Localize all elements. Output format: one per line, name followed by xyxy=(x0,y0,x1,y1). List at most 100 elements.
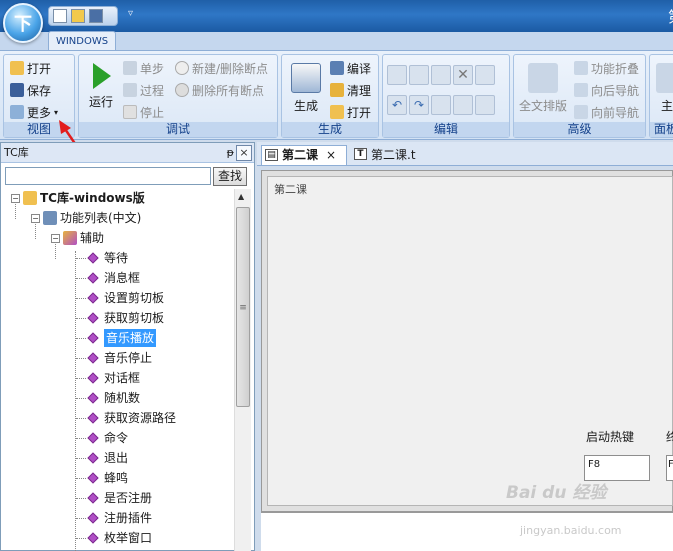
clear-breakpoints-button[interactable]: 删除所有断点 xyxy=(175,81,264,99)
build-icon xyxy=(291,63,321,93)
panel-icon xyxy=(656,63,673,93)
tree-item[interactable]: 获取资源路径 xyxy=(87,409,176,427)
tree-item[interactable]: 设置剪切板 xyxy=(87,289,164,307)
tree-item[interactable]: 命令 xyxy=(87,429,128,447)
delete-icon[interactable]: ✕ xyxy=(453,65,473,85)
tree-item[interactable]: 注册插件 xyxy=(87,509,152,527)
step-button[interactable]: 单步 xyxy=(123,59,164,77)
search-button[interactable]: 查找 xyxy=(213,167,247,186)
tree-item[interactable]: 音乐停止 xyxy=(87,349,152,367)
redo-icon[interactable]: ↷ xyxy=(409,95,429,115)
function-gem-icon xyxy=(87,412,99,424)
function-gem-icon xyxy=(87,352,99,364)
tree-item[interactable]: 退出 xyxy=(87,449,128,467)
tree-root[interactable]: − TC库-windows版 xyxy=(11,189,145,207)
dropdown-arrow-icon: ▾ xyxy=(54,107,59,117)
function-gem-icon xyxy=(87,392,99,404)
nav-back-button[interactable]: 向后导航 xyxy=(574,81,639,99)
build-button[interactable]: 生成 xyxy=(288,63,324,114)
clean-button[interactable]: 清理 xyxy=(330,81,371,99)
collapse-icon[interactable]: − xyxy=(31,213,40,223)
view-more-button[interactable]: 更多 ▾ xyxy=(10,103,58,121)
fold-icon xyxy=(574,61,588,75)
ribbon-group-panel: 主 面板 xyxy=(649,54,673,138)
doc-tab-lesson2-form[interactable]: ▤ 第二课 × xyxy=(261,145,347,165)
scrollbar-thumb[interactable]: ≡ xyxy=(236,207,250,407)
library-tree: − TC库-windows版 − 功能列表(中文) − 辅助 等待消息框设置剪切… xyxy=(1,189,234,551)
hotkey-label: 启动热键 xyxy=(586,430,635,444)
select-all-icon[interactable] xyxy=(475,65,495,85)
close-tab-icon[interactable]: × xyxy=(326,146,336,165)
table-icon xyxy=(43,211,57,225)
function-gem-icon xyxy=(87,272,99,284)
tree-item[interactable]: 获取剪切板 xyxy=(87,309,164,327)
collapse-icon[interactable]: − xyxy=(51,233,60,243)
edit-toolbar-row-2: ↶ ↷ xyxy=(387,95,495,115)
tree-item[interactable]: 等待 xyxy=(87,249,128,267)
text-file-icon: T xyxy=(354,148,367,160)
app-menu-button[interactable]: 下 xyxy=(3,3,43,43)
compile-button[interactable]: 编译 xyxy=(330,59,371,77)
group-label-edit: 编辑 xyxy=(383,122,509,137)
save-disk-icon[interactable] xyxy=(89,9,103,23)
panel-header: TC库 ᵽ × xyxy=(1,143,254,163)
tree-item[interactable]: 是否注册 xyxy=(87,489,152,507)
folder-icon xyxy=(23,191,37,205)
qat-customize-icon[interactable]: ▿ xyxy=(128,8,133,19)
fold-button[interactable]: 功能折叠 xyxy=(574,59,639,77)
function-gem-icon xyxy=(87,452,99,464)
form-title: 第二课 xyxy=(274,183,307,196)
second-label: 终 xyxy=(666,430,673,444)
view-open-button[interactable]: 打开 xyxy=(10,59,51,77)
tree-item[interactable]: 随机数 xyxy=(87,389,140,407)
doc-tab-lesson2-code[interactable]: T 第二课.t xyxy=(351,145,431,165)
step-over-icon xyxy=(123,83,137,97)
paste-icon[interactable] xyxy=(409,65,429,85)
outdent-icon[interactable] xyxy=(475,95,495,115)
scroll-up-icon[interactable]: ▲ xyxy=(238,192,244,201)
panel-title: TC库 xyxy=(4,146,29,159)
step-over-button[interactable]: 过程 xyxy=(123,81,164,99)
tree-item[interactable]: 枚举窗口 xyxy=(87,529,152,547)
close-panel-button[interactable]: × xyxy=(236,145,252,161)
second-hotkey-field[interactable]: F xyxy=(666,455,673,481)
play-icon xyxy=(93,63,111,89)
tree-item[interactable]: 消息框 xyxy=(87,269,140,287)
cut-icon[interactable] xyxy=(387,65,407,85)
tree-item[interactable]: 对话框 xyxy=(87,369,140,387)
nav-forward-button[interactable]: 向前导航 xyxy=(574,103,639,121)
indent-icon[interactable] xyxy=(453,95,473,115)
undo-icon[interactable]: ↶ xyxy=(387,95,407,115)
library-search-input[interactable] xyxy=(5,167,211,185)
tree-group-helper[interactable]: − 辅助 xyxy=(51,229,104,247)
tree-item[interactable]: 蜂鸣 xyxy=(87,469,128,487)
run-button[interactable]: 运行 xyxy=(83,63,119,110)
new-file-icon[interactable] xyxy=(53,9,67,23)
stop-button[interactable]: 停止 xyxy=(123,103,164,121)
view-save-button[interactable]: 保存 xyxy=(10,81,51,99)
copy-icon[interactable] xyxy=(431,65,451,85)
folder-open-icon xyxy=(10,61,24,75)
edit-toolbar-row-1: ✕ xyxy=(387,65,495,85)
function-gem-icon xyxy=(87,432,99,444)
folder-open-icon xyxy=(330,105,344,119)
ribbon-group-build: 生成 编译 清理 打开 生成 xyxy=(281,54,379,138)
pin-icon[interactable]: ᵽ xyxy=(227,143,234,163)
toggle-breakpoint-button[interactable]: 新建/删除断点 xyxy=(175,59,268,77)
nav-forward-icon xyxy=(574,105,588,119)
build-open-button[interactable]: 打开 xyxy=(330,103,371,121)
more-icon xyxy=(10,105,24,119)
tree-scrollbar[interactable]: ▲ ≡ xyxy=(234,189,251,551)
ribbon-tab-windows[interactable]: WINDOWS xyxy=(48,31,116,51)
function-gem-icon xyxy=(87,332,99,344)
function-gem-icon xyxy=(87,252,99,264)
panel-main-button[interactable]: 主 xyxy=(654,63,673,114)
format-all-button[interactable]: 全文排版 xyxy=(516,63,570,114)
find-icon[interactable] xyxy=(431,95,451,115)
collapse-icon[interactable]: − xyxy=(11,193,20,203)
open-folder-icon[interactable] xyxy=(71,9,85,23)
tc-library-panel: TC库 ᵽ × 查找 − TC库-windows版 − 功能列表(中文) − 辅… xyxy=(0,142,255,551)
tree-item-selected[interactable]: 音乐播放 xyxy=(87,329,157,347)
tree-function-list[interactable]: − 功能列表(中文) xyxy=(31,209,141,227)
window-title: 第 xyxy=(668,6,673,27)
